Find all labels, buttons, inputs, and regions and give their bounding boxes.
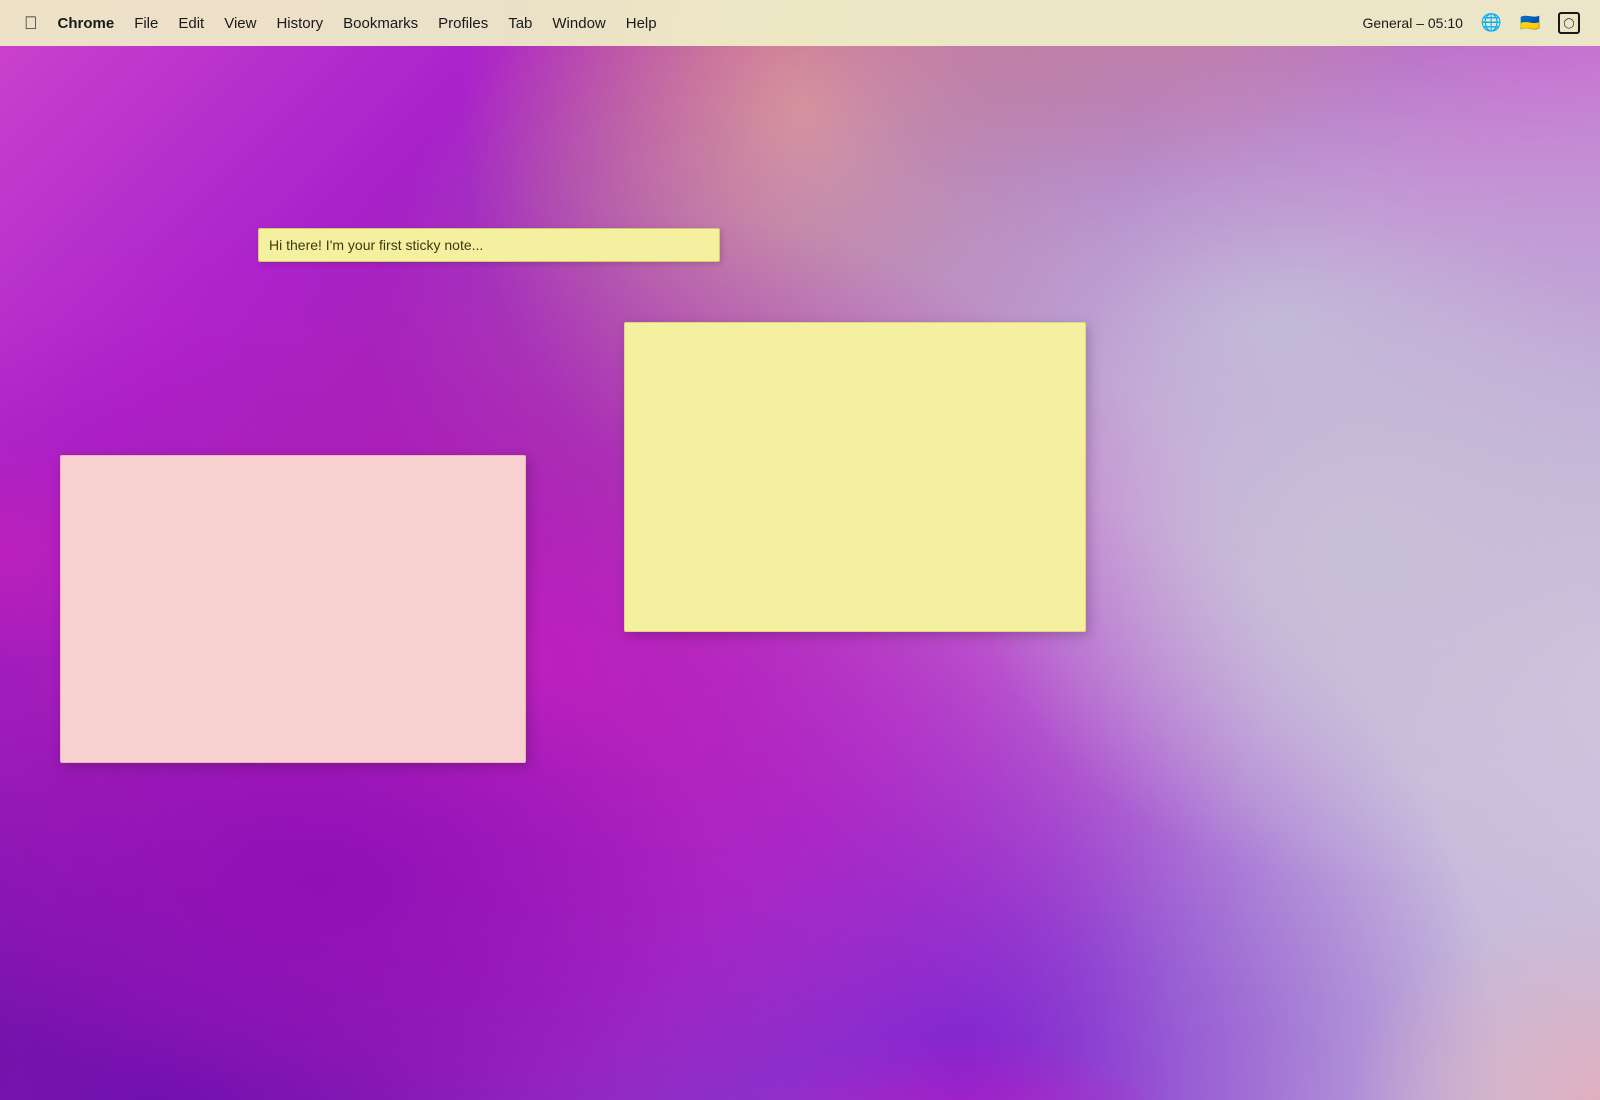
menubar-chrome[interactable]: Chrome: [48, 11, 125, 36]
chrome-color-icon[interactable]: 🇺🇦: [1514, 9, 1546, 37]
menubar-tab[interactable]: Tab: [498, 11, 542, 36]
sticky-note-inline-text: Hi there! I'm your first sticky note...: [269, 237, 483, 253]
menubar-history[interactable]: History: [266, 11, 333, 36]
apple-menu[interactable]: : [14, 9, 48, 38]
menubar-file[interactable]: File: [124, 11, 168, 36]
menubar-time-general: General – 05:10: [1357, 11, 1469, 35]
menubar-right: General – 05:10 🌐 🇺🇦 ◯: [1357, 8, 1587, 38]
sticky-note-pink[interactable]: [60, 455, 526, 763]
menubar-window[interactable]: Window: [542, 11, 615, 36]
menubar-bookmarks[interactable]: Bookmarks: [333, 11, 428, 36]
globe-icon[interactable]: 🌐: [1475, 9, 1508, 37]
menubar-help[interactable]: Help: [616, 11, 667, 36]
menubar-profiles[interactable]: Profiles: [428, 11, 498, 36]
sticky-note-yellow[interactable]: [624, 322, 1086, 632]
sticky-note-inline[interactable]: Hi there! I'm your first sticky note...: [258, 228, 720, 262]
menubar-edit[interactable]: Edit: [168, 11, 214, 36]
menubar:  Chrome File Edit View History Bookmark…: [0, 0, 1600, 46]
screen-record-icon[interactable]: ◯: [1552, 8, 1586, 38]
menubar-view[interactable]: View: [214, 11, 266, 36]
